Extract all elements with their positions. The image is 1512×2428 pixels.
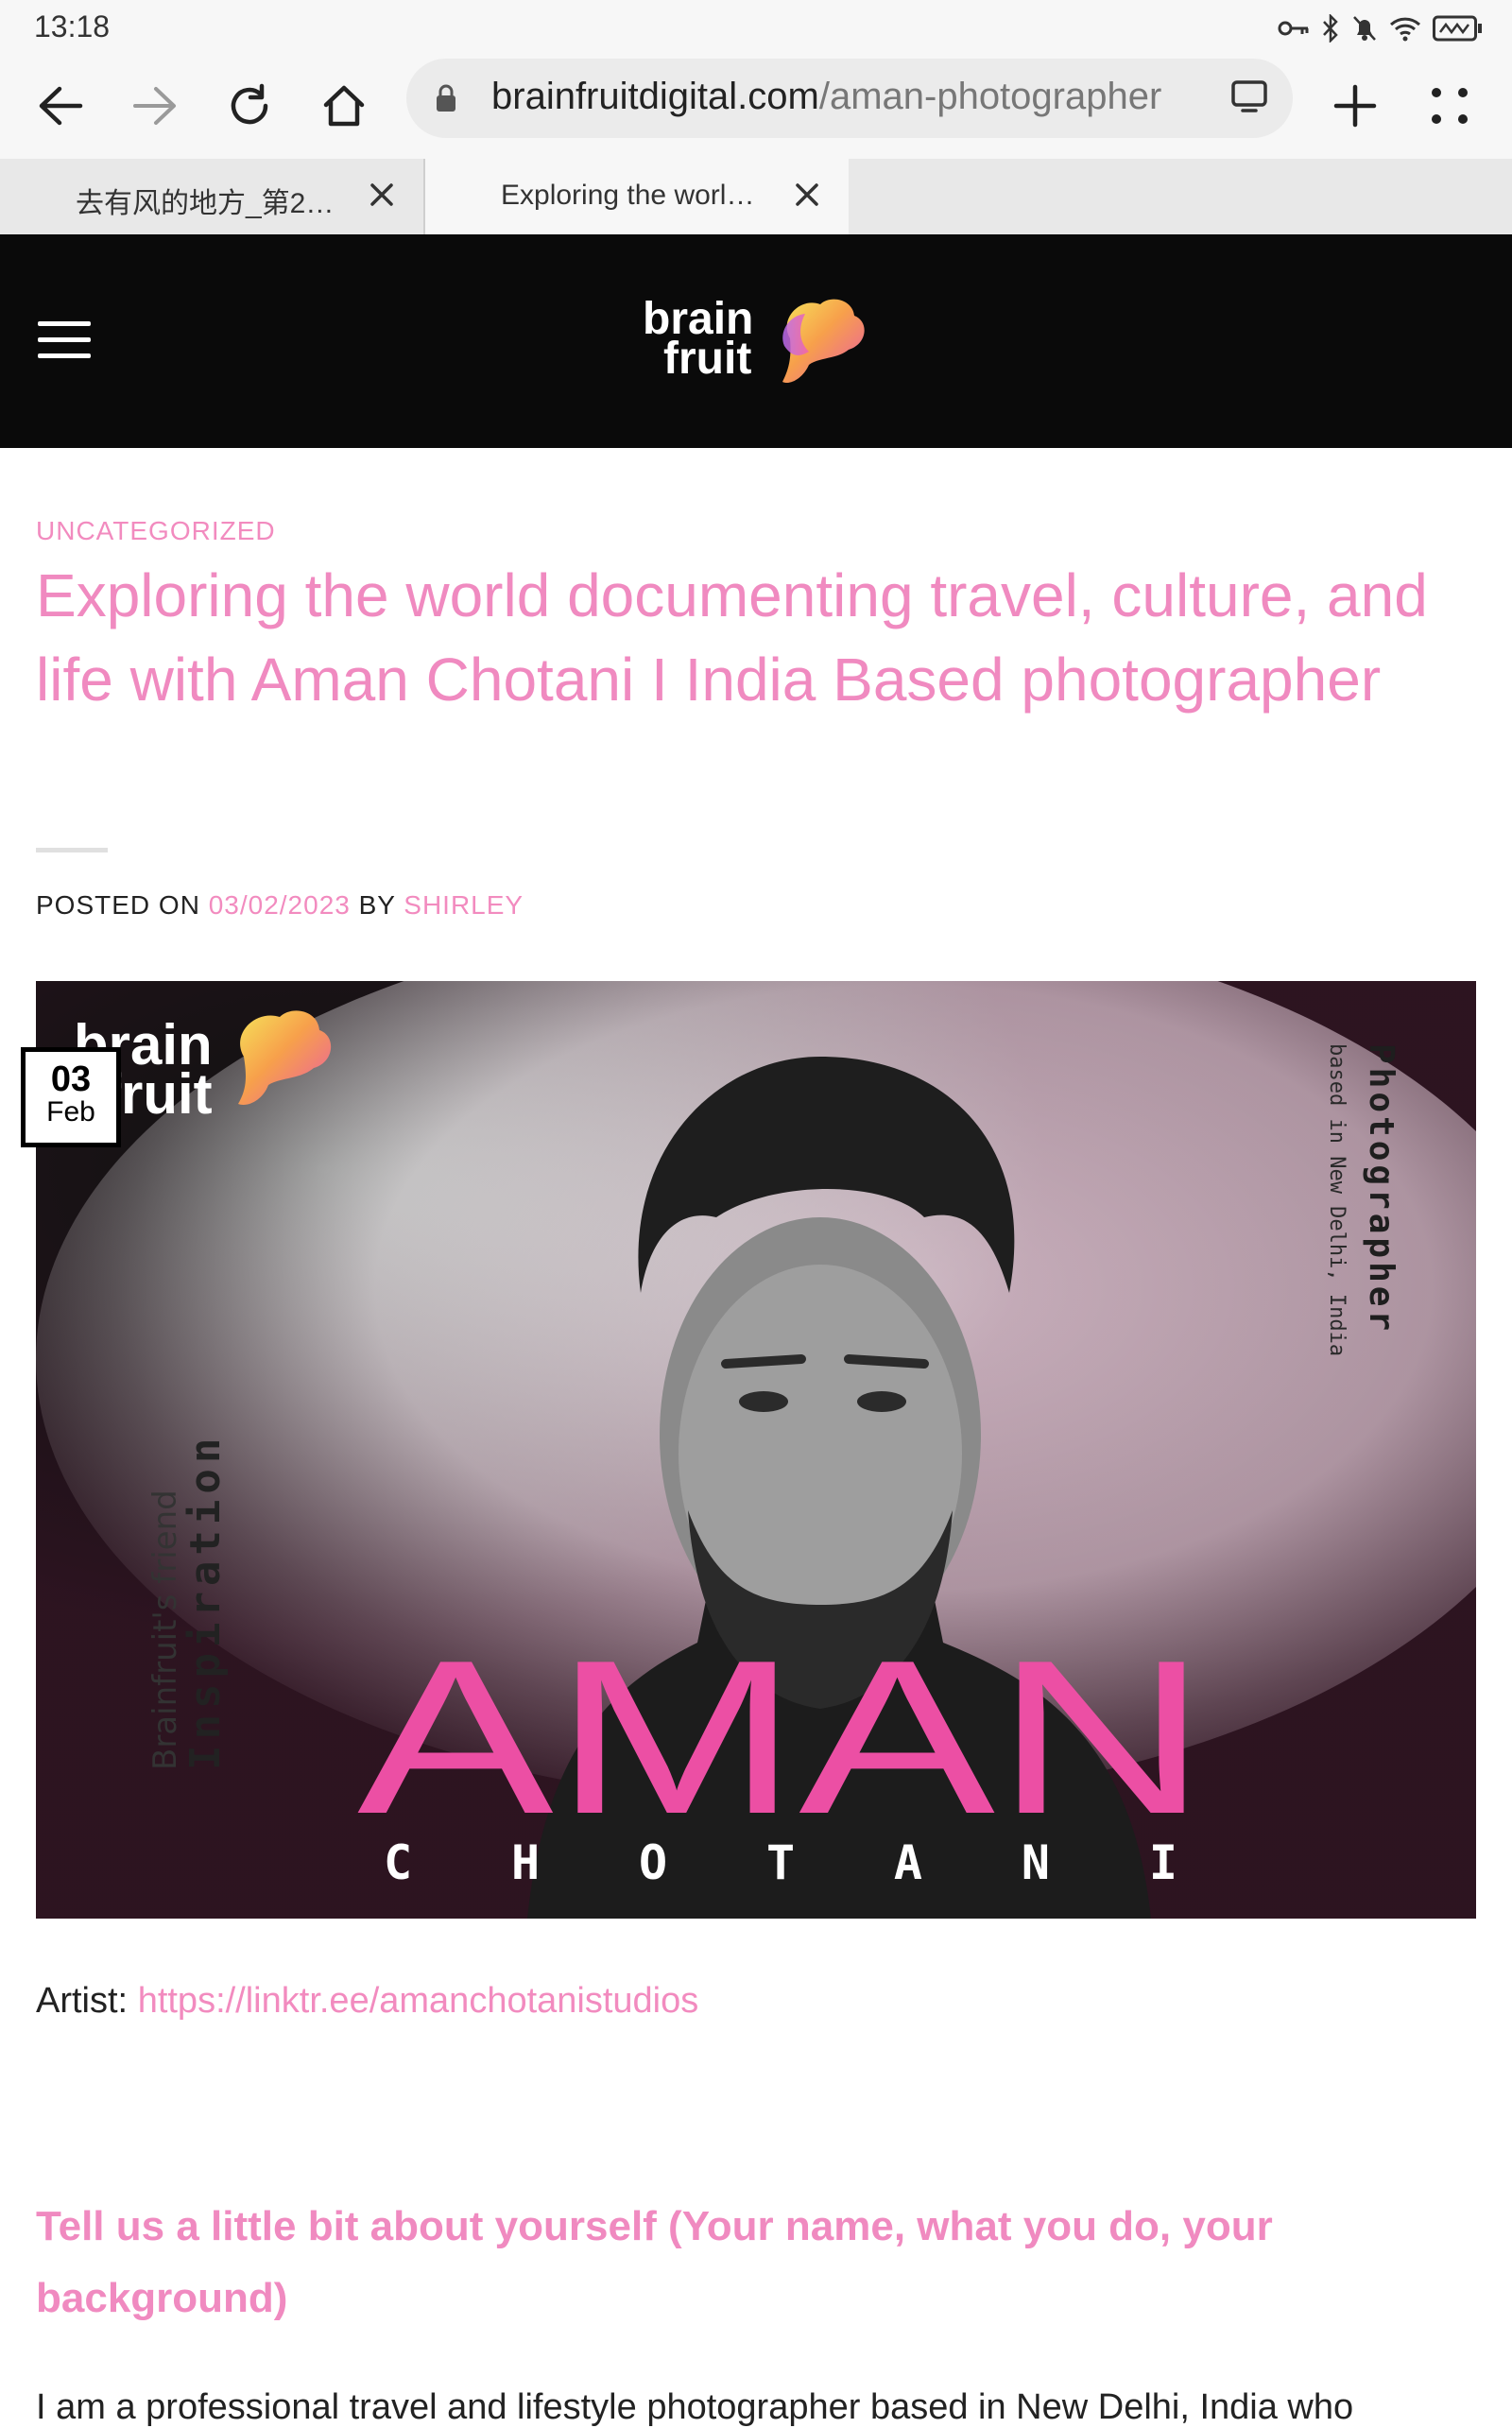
desktop-site-icon[interactable] [1230, 79, 1268, 113]
artist-label: Artist: [36, 1981, 129, 2021]
status-icons [1278, 13, 1484, 43]
status-time: 13:18 [34, 9, 111, 43]
date-badge-day: 03 [50, 1059, 92, 1099]
date-badge: 03 Feb [21, 1047, 121, 1147]
close-icon[interactable] [788, 176, 826, 214]
bluetooth-icon [1323, 14, 1338, 43]
featured-image: brain fruit Brainfruit's friend Inspirat… [36, 981, 1476, 1919]
lock-icon [437, 84, 455, 112]
key-icon [1278, 21, 1309, 36]
reload-icon [231, 83, 268, 125]
status-bar: 13:18 [0, 0, 1512, 55]
arrow-left-icon [39, 86, 83, 126]
hero-first-name: AMAN [357, 1615, 1208, 1860]
hero-side-left-small: Brainfruit's friend [146, 1490, 184, 1770]
home-button[interactable] [306, 68, 382, 144]
hamburger-menu-icon[interactable] [38, 321, 91, 359]
post-date-link[interactable]: 03/02/2023 [209, 890, 351, 920]
site-logo[interactable]: brain fruit [643, 291, 869, 395]
bell-muted-icon [1353, 16, 1376, 41]
post-meta: POSTED ON 03/02/2023 BY SHIRLEY [36, 890, 524, 921]
url-path: /aman-photographer [818, 76, 1162, 117]
body-paragraph: I am a professional travel and lifestyle… [36, 2387, 1354, 2427]
hero-side-right-big: Photographer [1362, 1043, 1400, 1335]
plus-icon [1333, 84, 1377, 128]
posted-on-label: POSTED ON [36, 890, 200, 920]
hero-side-left-big: Inspiration [181, 1433, 230, 1770]
tab-1[interactable]: 去有风的地方_第25… [0, 159, 425, 234]
hero-side-right-small: based in New Delhi, India [1325, 1043, 1349, 1356]
logo-text-line2: fruit [663, 334, 752, 384]
by-label: BY [358, 890, 396, 920]
address-bar[interactable]: brainfruitdigital.com/aman-photographer [406, 59, 1293, 138]
tab-2[interactable]: Exploring the worl… [425, 159, 849, 234]
four-dots-icon [1432, 88, 1468, 124]
url-domain: brainfruitdigital.com [491, 76, 819, 117]
site-header: brain fruit [0, 234, 1512, 448]
author-link[interactable]: SHIRLEY [404, 890, 524, 920]
forward-button[interactable] [117, 68, 193, 144]
featured-image-art: brain fruit Brainfruit's friend Inspirat… [36, 981, 1476, 1919]
post-category[interactable]: UNCATEGORIZED [36, 516, 276, 546]
wifi-icon [1389, 17, 1421, 42]
post-title: Exploring the world documenting travel, … [36, 561, 1428, 714]
reload-button[interactable] [212, 68, 287, 144]
artist-line: Artist: https://linktr.ee/amanchotanistu… [36, 1981, 698, 2022]
menu-button[interactable] [1412, 68, 1487, 144]
title-divider [36, 848, 108, 852]
interview-question: Tell us a little bit about yourself (You… [36, 2203, 1273, 2321]
date-badge-month: Feb [46, 1096, 95, 1128]
artist-link[interactable]: https://linktr.ee/amanchotanistudios [138, 1981, 699, 2021]
home-icon [323, 85, 365, 127]
battery-icon [1433, 15, 1482, 42]
tab-strip: 去有风的地方_第25… Exploring the worl… [0, 159, 1512, 234]
new-tab-button[interactable] [1317, 68, 1393, 144]
back-button[interactable] [23, 68, 98, 144]
tab-title: Exploring the worl… [501, 180, 755, 211]
close-icon[interactable] [363, 176, 401, 214]
browser-toolbar: brainfruitdigital.com/aman-photographer [0, 55, 1512, 159]
url-text[interactable]: brainfruitdigital.com/aman-photographer [491, 76, 1228, 118]
brain-fruit-logo-icon [782, 299, 865, 384]
tab-title: 去有风的地方_第25… [76, 188, 350, 219]
arrow-right-icon [133, 87, 176, 125]
